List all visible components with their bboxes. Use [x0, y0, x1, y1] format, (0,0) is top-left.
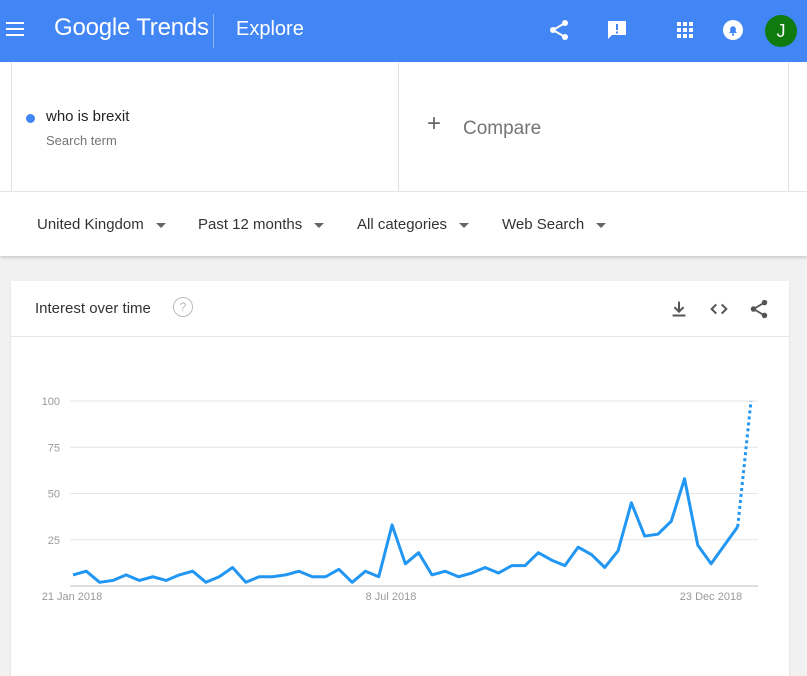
- notifications-icon[interactable]: [721, 18, 745, 42]
- app-header: Google Trends Explore J: [0, 0, 807, 62]
- time-range-dropdown[interactable]: Past 12 months: [198, 216, 325, 233]
- interest-line-chart: 25 50 75 100 21 Jan 2018 8 Jul 2018 23 Dec 201…: [42, 396, 758, 603]
- menu-icon[interactable]: [6, 22, 24, 38]
- feedback-icon[interactable]: [605, 18, 629, 42]
- term-color-dot: [26, 114, 35, 123]
- compare-card[interactable]: + Compare: [399, 62, 789, 191]
- header-divider: [213, 14, 214, 48]
- page-title: Explore: [236, 18, 304, 40]
- region-dropdown[interactable]: United Kingdom: [37, 216, 166, 233]
- chevron-down-icon: [459, 222, 470, 228]
- plus-icon[interactable]: +: [427, 112, 441, 136]
- y-tick-label: 50: [48, 489, 60, 501]
- category-dropdown[interactable]: All categories: [357, 216, 470, 233]
- filter-bar: United Kingdom Past 12 months All catego…: [0, 191, 807, 256]
- x-tick-label: 8 Jul 2018: [366, 591, 417, 603]
- region-dropdown-label: United Kingdom: [37, 216, 144, 233]
- series-partial-line[interactable]: [736, 400, 753, 527]
- share-icon[interactable]: [547, 18, 571, 42]
- search-terms-bar: who is brexit Search term + Compare: [0, 62, 807, 191]
- chevron-down-icon: [596, 222, 607, 228]
- compare-label[interactable]: Compare: [463, 118, 541, 140]
- category-dropdown-label: All categories: [357, 216, 448, 233]
- y-tick-label: 75: [48, 442, 60, 454]
- avatar[interactable]: J: [765, 15, 797, 47]
- search-type-dropdown-label: Web Search: [502, 216, 585, 233]
- search-term-card[interactable]: who is brexit Search term: [11, 62, 399, 191]
- google-trends-logo[interactable]: Google Trends: [54, 14, 209, 42]
- series-line[interactable]: [72, 477, 739, 584]
- search-term-sublabel: Search term: [46, 133, 117, 148]
- search-type-dropdown[interactable]: Web Search: [502, 216, 607, 233]
- chevron-down-icon: [314, 222, 325, 228]
- x-tick-label: 23 Dec 2018: [680, 591, 742, 603]
- chevron-down-icon: [155, 222, 166, 228]
- time-range-dropdown-label: Past 12 months: [198, 216, 303, 233]
- interest-over-time-card: Interest over time ? 25 50 75 100 21 Jan 201…: [11, 281, 789, 676]
- y-tick-label: 100: [42, 396, 60, 408]
- y-tick-label: 25: [48, 535, 60, 547]
- x-tick-label: 21 Jan 2018: [42, 591, 103, 603]
- apps-icon[interactable]: [673, 18, 697, 42]
- search-term-text[interactable]: who is brexit: [46, 108, 129, 125]
